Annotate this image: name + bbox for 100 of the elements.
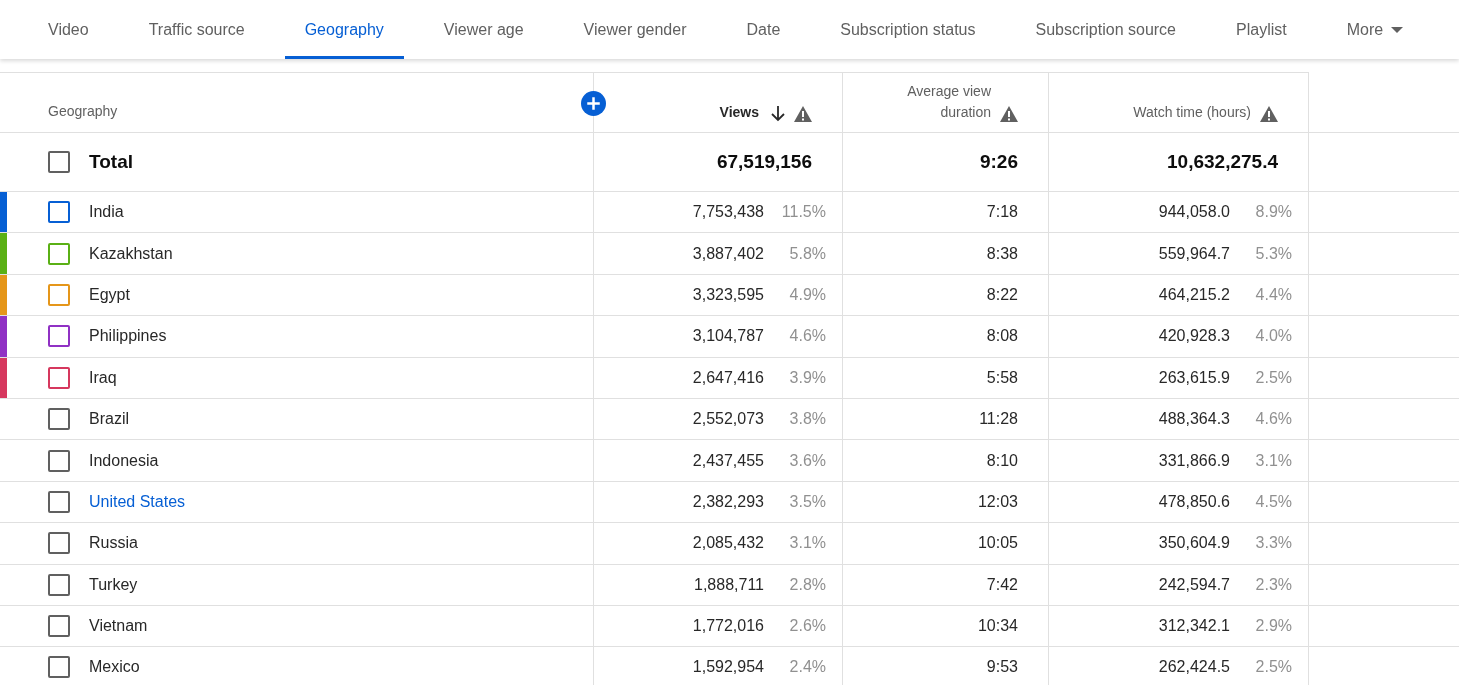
country-name[interactable]: Kazakhstan — [89, 241, 173, 266]
percent-cell-text: 2.6% — [788, 616, 826, 637]
percent-cell-text: 4.9% — [788, 284, 826, 305]
table-cell-text: 420,928.3 — [1158, 326, 1230, 347]
checkbox[interactable] — [48, 283, 70, 306]
table-cell-text: 559,964.7 — [1158, 243, 1230, 264]
tab[interactable]: Date — [726, 0, 801, 59]
percent-cell-text: 4.6% — [788, 326, 826, 347]
table-cell-text: 8:10 — [986, 450, 1018, 471]
table-cell-text: 350,604.9 — [1158, 533, 1230, 554]
checkbox[interactable] — [48, 615, 70, 638]
percent-cell-text: 5.3% — [1254, 243, 1292, 264]
checkbox[interactable] — [48, 201, 70, 224]
country-name[interactable]: Iraq — [89, 365, 117, 390]
table-cell-text: 1,592,954 — [692, 657, 764, 678]
checkbox[interactable] — [48, 656, 70, 679]
percent-cell-text: 2.5% — [1254, 367, 1292, 388]
total-label: Total — [89, 149, 133, 174]
country-name[interactable]: India — [89, 200, 124, 225]
tab[interactable]: Video — [28, 0, 109, 59]
country-name[interactable]: Vietnam — [89, 614, 148, 639]
column-header[interactable]: Watch time (hours) — [1133, 101, 1251, 122]
table-cell-text: 331,866.9 — [1158, 450, 1230, 471]
table-cell-text: 7,753,438 — [692, 202, 764, 223]
table-cell-text: 12:03 — [977, 491, 1018, 512]
percent-cell-text: 5.8% — [788, 243, 826, 264]
country-name[interactable]: Turkey — [89, 572, 138, 597]
tab[interactable]: Playlist — [1216, 0, 1307, 59]
percent-cell-text: 4.5% — [1254, 491, 1292, 512]
percent-cell-text: 3.3% — [1254, 533, 1292, 554]
percent-cell-text: 11.5% — [780, 202, 826, 223]
country-name[interactable]: Egypt — [89, 282, 130, 307]
table-cell-text: 478,850.6 — [1158, 491, 1230, 512]
table-cell-text: 488,364.3 — [1158, 409, 1230, 430]
tab[interactable]: Traffic source — [128, 0, 265, 59]
country-name[interactable]: Philippines — [89, 324, 167, 349]
checkbox[interactable] — [48, 573, 70, 596]
table-cell-text: 2,382,293 — [692, 491, 764, 512]
table-cell-text: 312,342.1 — [1158, 616, 1230, 637]
table-cell-text: 3,323,595 — [692, 284, 764, 305]
table-cell-text: 263,615.9 — [1158, 367, 1230, 388]
checkbox[interactable] — [48, 151, 70, 173]
table-cell-text: 10:05 — [977, 533, 1018, 554]
percent-cell-text: 3.6% — [788, 450, 826, 471]
table-cell-text: 2,552,073 — [692, 409, 764, 430]
percent-cell-text: 4.6% — [1254, 409, 1292, 430]
country-name[interactable]: Indonesia — [89, 448, 159, 473]
table-cell-text: 5:58 — [986, 367, 1018, 388]
caret-icon — [1391, 26, 1404, 33]
checkbox[interactable] — [48, 449, 70, 472]
table-cell-text: 8:22 — [986, 284, 1018, 305]
checkbox[interactable] — [48, 325, 70, 348]
table-cell-text: 8:38 — [986, 243, 1018, 264]
table-cell-text: 11:28 — [979, 409, 1018, 430]
table-cell-text: 8:08 — [986, 326, 1018, 347]
percent-cell-text: 3.9% — [788, 367, 826, 388]
checkbox[interactable] — [48, 366, 70, 389]
table-cell-text: 242,594.7 — [1158, 574, 1230, 595]
table-cell-text: 944,058.0 — [1158, 202, 1230, 223]
tab[interactable]: Geography — [284, 0, 404, 59]
tab[interactable]: Viewer age — [423, 0, 544, 59]
checkbox[interactable] — [48, 490, 70, 513]
tab[interactable]: Viewer gender — [563, 0, 707, 59]
column-header[interactable]: Views — [719, 101, 759, 122]
table-cell-text: 3,887,402 — [692, 243, 764, 264]
table-cell-text: 1,888,711 — [694, 574, 764, 595]
checkbox[interactable] — [48, 242, 70, 265]
checkbox[interactable] — [48, 408, 70, 431]
total-value: 10,632,275.4 — [1167, 149, 1278, 174]
table-cell-text: 2,647,416 — [692, 367, 764, 388]
percent-cell-text: 2.4% — [788, 657, 826, 678]
country-name[interactable]: Mexico — [89, 655, 140, 680]
percent-cell-text: 4.0% — [1254, 326, 1292, 347]
table-cell-text: 3,104,787 — [692, 326, 764, 347]
table-cell-text: 7:42 — [986, 574, 1018, 595]
tab[interactable]: Subscription status — [820, 0, 996, 59]
checkbox[interactable] — [48, 532, 70, 555]
percent-cell-text: 4.4% — [1254, 284, 1292, 305]
country-name[interactable]: United States — [89, 489, 186, 514]
total-value: 9:26 — [979, 149, 1018, 174]
total-value: 67,519,156 — [716, 149, 812, 174]
table-cell-text: 2,437,455 — [692, 450, 764, 471]
column-header[interactable]: Geography — [48, 101, 118, 122]
percent-cell-text: 2.8% — [788, 574, 826, 595]
add-column-icon[interactable] — [581, 91, 606, 116]
percent-cell-text: 3.1% — [1254, 450, 1292, 471]
percent-cell-text: 3.8% — [788, 409, 826, 430]
table-cell-text: 1,772,016 — [692, 616, 764, 637]
percent-cell-text: 2.9% — [1254, 616, 1292, 637]
table-cell-text: 10:34 — [977, 616, 1018, 637]
percent-cell-text: 2.3% — [1254, 574, 1292, 595]
tab[interactable]: More — [1326, 0, 1424, 59]
country-name[interactable]: Russia — [89, 531, 138, 556]
table-cell-text: 7:18 — [986, 202, 1018, 223]
percent-cell-text: 3.1% — [788, 533, 826, 554]
tab[interactable]: Subscription source — [1015, 0, 1196, 59]
country-name[interactable]: Brazil — [89, 407, 129, 432]
percent-cell-text: 3.5% — [788, 491, 826, 512]
sort-down-arrow-icon[interactable] — [771, 106, 785, 122]
percent-cell-text: 2.5% — [1254, 657, 1292, 678]
